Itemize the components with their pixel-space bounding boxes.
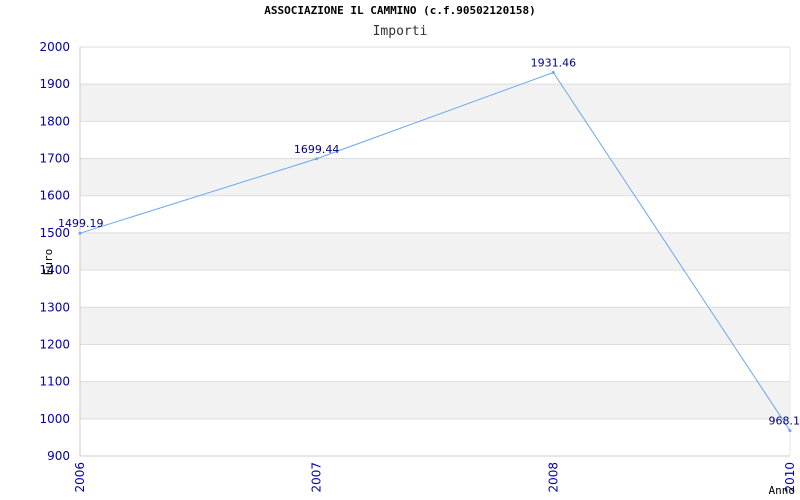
grid-band bbox=[80, 158, 790, 196]
y-tick-label: 900 bbox=[47, 449, 70, 463]
y-tick-label: 1000 bbox=[39, 412, 70, 426]
x-axis-label: Anno bbox=[769, 484, 796, 497]
x-tick-label: 2007 bbox=[310, 462, 324, 493]
grid-band bbox=[80, 307, 790, 345]
y-tick-label: 2000 bbox=[39, 40, 70, 54]
y-tick-label: 1700 bbox=[39, 152, 70, 166]
y-tick-label: 1600 bbox=[39, 189, 70, 203]
y-tick-label: 1100 bbox=[39, 375, 70, 389]
data-label: 1499.19 bbox=[58, 217, 104, 230]
grid-band bbox=[80, 232, 790, 271]
data-label: 968.1 bbox=[769, 415, 800, 428]
y-tick-label: 1800 bbox=[39, 114, 70, 128]
y-axis-label: Euro bbox=[42, 249, 55, 276]
data-label: 1931.46 bbox=[531, 56, 577, 69]
y-tick-label: 1200 bbox=[39, 337, 70, 351]
data-point bbox=[788, 429, 792, 433]
data-point bbox=[551, 70, 555, 74]
plot-area: 9001000110012001300140015001600170018001… bbox=[39, 40, 800, 497]
chart: ASSOCIAZIONE IL CAMMINO (c.f.90502120158… bbox=[0, 0, 800, 500]
x-tick-label: 2006 bbox=[73, 462, 87, 493]
y-tick-label: 1300 bbox=[39, 300, 70, 314]
grid-band bbox=[80, 381, 790, 419]
data-label: 1699.44 bbox=[294, 143, 340, 156]
data-point bbox=[78, 231, 82, 235]
x-tick-label: 2008 bbox=[546, 462, 560, 493]
data-point bbox=[315, 157, 319, 161]
y-tick-label: 1900 bbox=[39, 77, 70, 91]
